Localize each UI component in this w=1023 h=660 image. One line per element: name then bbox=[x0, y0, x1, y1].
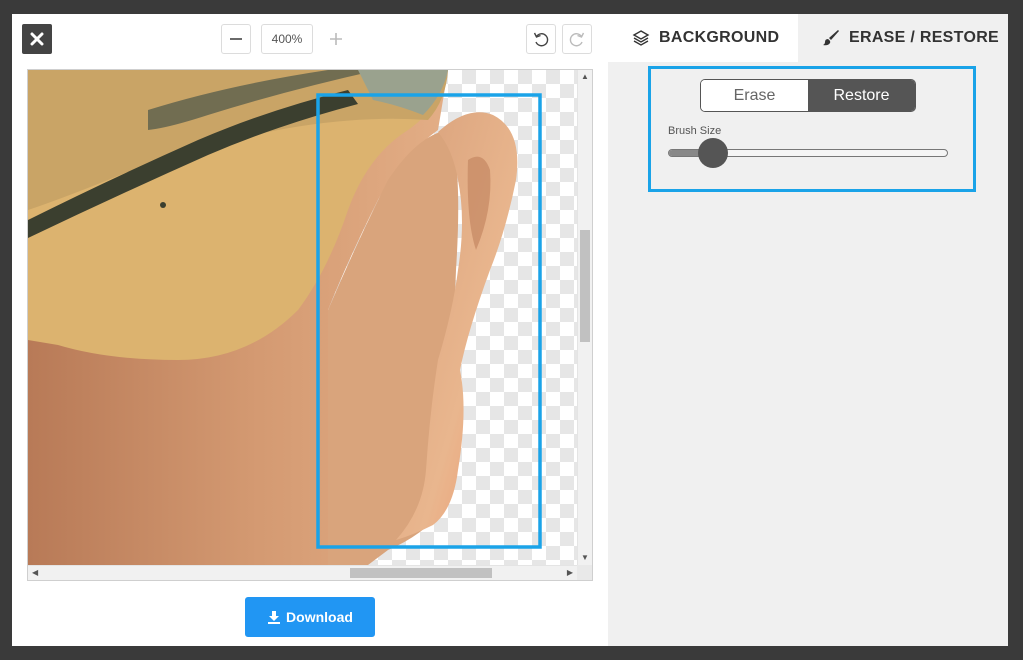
mode-toggle: Erase Restore bbox=[700, 79, 916, 112]
vertical-scroll-thumb[interactable] bbox=[580, 230, 590, 342]
horizontal-scroll-thumb[interactable] bbox=[350, 568, 492, 578]
scroll-corner bbox=[577, 565, 592, 580]
tab-erase-restore-label: ERASE / RESTORE bbox=[849, 29, 1000, 46]
close-icon bbox=[30, 32, 44, 46]
restore-mode-button[interactable]: Restore bbox=[808, 80, 915, 111]
tab-background-label: BACKGROUND bbox=[659, 29, 780, 46]
scroll-left-icon[interactable]: ◀ bbox=[32, 569, 38, 577]
plus-icon bbox=[330, 33, 342, 45]
image-canvas-frame: ▲ ▼ ◀ ▶ bbox=[27, 69, 593, 581]
brush-size-handle[interactable] bbox=[697, 138, 728, 168]
scroll-down-icon[interactable]: ▼ bbox=[581, 554, 589, 562]
zoom-in-button[interactable] bbox=[321, 24, 351, 54]
settings-panel: BACKGROUND ERASE / RESTORE Erase Restore… bbox=[608, 14, 1008, 646]
close-button[interactable] bbox=[22, 24, 52, 54]
layers-icon bbox=[632, 30, 650, 46]
photo-preview bbox=[28, 70, 542, 565]
undo-button[interactable] bbox=[526, 24, 556, 54]
image-canvas[interactable] bbox=[28, 70, 577, 565]
paintbrush-icon bbox=[823, 30, 839, 46]
download-button[interactable]: Download bbox=[245, 597, 375, 637]
minus-icon bbox=[230, 38, 242, 40]
download-icon bbox=[268, 611, 281, 624]
scroll-up-icon[interactable]: ▲ bbox=[581, 73, 589, 81]
undo-icon bbox=[533, 32, 549, 47]
vertical-scrollbar[interactable]: ▲ ▼ bbox=[577, 70, 592, 565]
scroll-right-icon[interactable]: ▶ bbox=[567, 569, 573, 577]
erase-mode-button[interactable]: Erase bbox=[701, 80, 808, 111]
brush-size-label: Brush Size bbox=[668, 125, 722, 137]
editor-modal: 400% ▲ ▼ ◀ ▶ Download BACKGROUND ERASE /… bbox=[12, 14, 1008, 646]
redo-icon bbox=[569, 32, 585, 47]
horizontal-scrollbar[interactable]: ◀ ▶ bbox=[28, 565, 577, 580]
tab-erase-restore[interactable]: ERASE / RESTORE bbox=[798, 14, 1008, 62]
zoom-out-button[interactable] bbox=[221, 24, 251, 54]
zoom-level: 400% bbox=[261, 24, 313, 54]
tab-background[interactable]: BACKGROUND bbox=[608, 14, 798, 62]
redo-button[interactable] bbox=[562, 24, 592, 54]
download-label: Download bbox=[286, 609, 353, 625]
